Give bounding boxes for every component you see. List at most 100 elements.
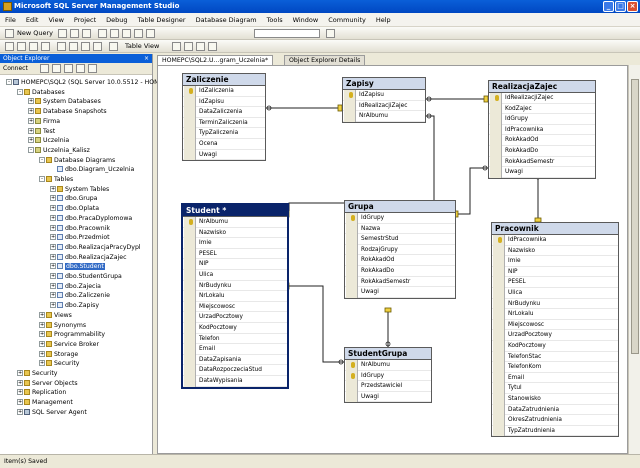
- column-row[interactable]: PESEL: [183, 248, 287, 260]
- column-row[interactable]: NIP: [492, 266, 618, 278]
- column-row[interactable]: IdGrupy: [345, 213, 455, 224]
- column-row[interactable]: TelefonKom: [492, 362, 618, 373]
- close-button[interactable]: ×: [627, 1, 638, 12]
- remove-from-diagram-icon[interactable]: [57, 42, 66, 51]
- row-selector[interactable]: [184, 107, 196, 118]
- row-selector[interactable]: [346, 287, 358, 298]
- menu-help[interactable]: Help: [371, 13, 396, 27]
- row-selector[interactable]: [184, 138, 196, 150]
- find-icon[interactable]: [326, 29, 335, 38]
- tree-node[interactable]: + Views: [39, 311, 72, 320]
- expand-icon[interactable]: +: [50, 263, 56, 270]
- menu-community[interactable]: Community: [323, 13, 371, 27]
- row-selector[interactable]: [346, 360, 358, 371]
- expand-icon[interactable]: +: [50, 234, 56, 241]
- scrollbar-thumb[interactable]: [631, 79, 639, 354]
- tree-node[interactable]: + Synonyms: [39, 321, 86, 330]
- tree-node[interactable]: + Server Objects: [17, 379, 78, 388]
- expand-icon[interactable]: +: [28, 127, 34, 134]
- row-selector[interactable]: [184, 269, 196, 281]
- tree-node[interactable]: + dbo.Zaliczenie: [50, 291, 110, 300]
- tree-node[interactable]: + Programmability: [39, 330, 105, 339]
- row-selector[interactable]: [346, 391, 358, 403]
- row-selector[interactable]: [346, 370, 358, 382]
- expand-icon[interactable]: +: [50, 282, 56, 289]
- maximize-button[interactable]: □: [615, 1, 626, 12]
- row-selector[interactable]: [493, 372, 505, 384]
- column-row[interactable]: Ulica: [492, 287, 618, 299]
- column-row[interactable]: Uwagi: [345, 391, 431, 403]
- expand-icon[interactable]: +: [50, 243, 56, 250]
- table-pracownik[interactable]: Pracownik IdPracownika Nazwisko Imie NIP PESE…: [491, 222, 619, 438]
- row-selector[interactable]: [344, 100, 356, 112]
- column-row[interactable]: TerminZaliczenia: [183, 117, 265, 129]
- tree-node[interactable]: + System Databases: [28, 97, 101, 106]
- tab-object-explorer-details[interactable]: Object Explorer Details: [284, 55, 366, 65]
- row-selector[interactable]: [346, 223, 358, 235]
- column-row[interactable]: Miejscowosc: [183, 301, 287, 313]
- row-selector[interactable]: [490, 156, 502, 168]
- expand-icon[interactable]: +: [39, 311, 45, 318]
- row-selector[interactable]: [346, 265, 358, 277]
- column-row[interactable]: RokAkadOd: [345, 255, 455, 266]
- row-selector[interactable]: [493, 415, 505, 426]
- tree-node[interactable]: + dbo.RealizacjaZajec: [50, 253, 126, 262]
- relationship-labels-icon[interactable]: [208, 42, 217, 51]
- tree-node[interactable]: + SQL Server Agent: [17, 408, 87, 417]
- expand-icon[interactable]: +: [28, 98, 34, 105]
- tree-node[interactable]: + Replication: [17, 388, 66, 397]
- expand-icon[interactable]: +: [39, 360, 45, 367]
- tree-node[interactable]: + System Tables: [50, 185, 109, 194]
- row-selector[interactable]: [490, 103, 502, 115]
- row-selector[interactable]: [184, 217, 196, 228]
- column-row[interactable]: TypZatrudnienia: [492, 425, 618, 437]
- column-row[interactable]: Imie: [492, 256, 618, 267]
- column-row[interactable]: Uwagi: [489, 167, 595, 178]
- expand-icon[interactable]: +: [39, 331, 45, 338]
- row-selector[interactable]: [184, 354, 196, 366]
- table-view-button[interactable]: Table View: [125, 40, 159, 53]
- column-row[interactable]: RokAkadSemestr: [345, 276, 455, 288]
- expand-icon[interactable]: +: [39, 350, 45, 357]
- column-row[interactable]: DataWypisania: [183, 375, 287, 387]
- save-icon[interactable]: [70, 29, 79, 38]
- rel-zapisy-student[interactable]: [288, 115, 435, 211]
- row-selector[interactable]: [184, 333, 196, 345]
- column-row[interactable]: Uwagi: [345, 287, 455, 298]
- tree-node[interactable]: + Storage: [39, 350, 78, 359]
- tree-node[interactable]: - Uczelnia_Kalisz: [28, 146, 90, 155]
- row-selector[interactable]: [493, 235, 505, 246]
- row-selector[interactable]: [490, 167, 502, 178]
- column-row[interactable]: NrAlbumu: [345, 360, 431, 371]
- expand-icon[interactable]: +: [17, 379, 23, 386]
- expand-icon[interactable]: +: [50, 253, 56, 260]
- menu-database-diagram[interactable]: Database Diagram: [191, 13, 262, 27]
- row-selector[interactable]: [490, 114, 502, 125]
- column-row[interactable]: DataZapisania: [183, 354, 287, 366]
- column-row[interactable]: Imie: [183, 238, 287, 249]
- row-selector[interactable]: [493, 383, 505, 394]
- collapse-icon[interactable]: -: [28, 146, 34, 153]
- row-selector[interactable]: [493, 266, 505, 278]
- menu-view[interactable]: View: [43, 13, 68, 27]
- column-row[interactable]: NrBudynku: [183, 280, 287, 292]
- column-row[interactable]: Telefon: [183, 333, 287, 345]
- column-row[interactable]: UrzadPocztowy: [183, 312, 287, 323]
- diagram-canvas[interactable]: Zaliczenie IdZaliczenia IdZapisu DataZalicz…: [157, 65, 628, 454]
- tree-node[interactable]: - HOMEPC\SQL2 (SQL Server 10.0.5512 - HOM: [6, 78, 159, 87]
- column-row[interactable]: RodzajGrupy: [345, 244, 455, 256]
- row-selector[interactable]: [184, 238, 196, 249]
- tree-node[interactable]: - Tables: [39, 175, 73, 184]
- row-selector[interactable]: [490, 124, 502, 136]
- collapse-icon[interactable]: -: [39, 156, 45, 163]
- column-row[interactable]: Uwagi: [183, 149, 265, 161]
- collapse-icon[interactable]: -: [6, 79, 12, 85]
- refresh-icon[interactable]: [88, 64, 97, 73]
- column-row[interactable]: NrAlbumu: [183, 217, 287, 228]
- column-row[interactable]: Nazwisko: [183, 227, 287, 239]
- minimize-button[interactable]: _: [603, 1, 614, 12]
- row-selector[interactable]: [493, 319, 505, 331]
- column-row[interactable]: OkresZatrudnienia: [492, 415, 618, 426]
- row-selector[interactable]: [493, 404, 505, 416]
- column-row[interactable]: NrLokalu: [492, 309, 618, 320]
